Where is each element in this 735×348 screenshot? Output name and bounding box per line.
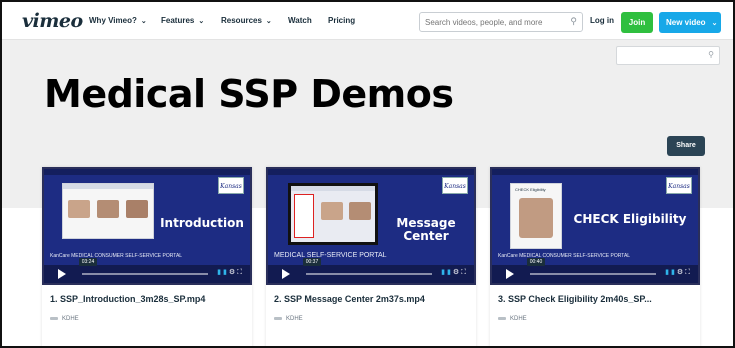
- new-video-label: New video: [666, 18, 706, 27]
- nav-item-label: Pricing: [328, 16, 356, 25]
- player-icons: ▮▮⚙⛶: [217, 268, 244, 277]
- video-title[interactable]: 3. SSP Check Eligibility 2m40s_SP...: [498, 294, 694, 304]
- thumbnail-portal-text: KanCare MEDICAL CONSUMER SELF-SERVICE PO…: [50, 253, 183, 259]
- photo-image: [349, 202, 371, 220]
- monitor-preview: [288, 183, 378, 245]
- timestamp-badge: 00:37: [303, 258, 321, 266]
- showcase-search-input[interactable]: ⚲: [616, 46, 720, 65]
- progress-track[interactable]: [530, 273, 656, 275]
- photo-image: [97, 200, 119, 218]
- slide-preview: [62, 183, 154, 239]
- volume-icon[interactable]: ▮▮: [217, 269, 229, 276]
- owner-name: KDHE: [62, 316, 79, 322]
- thumbnail-heading: Message Center: [396, 216, 456, 243]
- video-thumbnail[interactable]: Kansas CHECK Eligibility CHECK Eligibili…: [490, 167, 700, 285]
- gear-icon[interactable]: ⚙: [453, 269, 461, 276]
- play-icon[interactable]: [58, 269, 66, 279]
- gear-icon[interactable]: ⚙: [229, 269, 237, 276]
- thumbnail-heading: Introduction: [160, 216, 244, 230]
- owner-avatar: [50, 316, 58, 320]
- play-icon[interactable]: [282, 269, 290, 279]
- photo-image: [126, 200, 148, 218]
- nav-item-label: Resources: [221, 16, 262, 25]
- chevron-down-icon: ⌄: [198, 18, 205, 25]
- chevron-down-icon: ⌄: [265, 18, 272, 25]
- video-owner[interactable]: KDHE: [498, 316, 527, 322]
- fullscreen-icon[interactable]: ⛶: [237, 269, 244, 276]
- progress-track[interactable]: [306, 273, 432, 275]
- thumbnail-heading: CHECK Eligibility: [573, 212, 687, 226]
- owner-avatar: [274, 316, 282, 320]
- owner-name: KDHE: [286, 316, 303, 322]
- nav-item-label: Features: [161, 16, 195, 25]
- video-thumbnail[interactable]: Kansas Message Center MEDICAL SELF-SERVI…: [266, 167, 476, 285]
- timestamp-badge: 00:40: [527, 258, 545, 266]
- fullscreen-icon[interactable]: ⛶: [685, 269, 692, 276]
- video-title[interactable]: 2. SSP Message Center 2m37s.mp4: [274, 294, 470, 304]
- fullscreen-icon[interactable]: ⛶: [461, 269, 468, 276]
- page-title: Medical SSP Demos: [44, 72, 454, 116]
- chevron-down-icon: ⌄: [140, 18, 147, 25]
- video-thumbnail[interactable]: Kansas Introduction KanCare MEDICAL CONS…: [42, 167, 252, 285]
- slide-header-bar: [63, 184, 153, 189]
- share-button[interactable]: Share: [667, 136, 705, 156]
- chevron-down-icon: ⌄: [711, 20, 718, 27]
- search-box[interactable]: ⚲: [419, 12, 583, 32]
- video-card[interactable]: Kansas CHECK Eligibility CHECK Eligibili…: [490, 167, 700, 346]
- thumbnail-portal-text: KanCare MEDICAL CONSUMER SELF-SERVICE PO…: [498, 253, 631, 259]
- nav-resources[interactable]: Resources ⌄: [221, 16, 272, 25]
- player-icons: ▮▮⚙⛶: [665, 268, 692, 277]
- kansas-logo: Kansas: [666, 177, 692, 194]
- join-button[interactable]: Join: [621, 12, 653, 33]
- slide-preview: CHECK Eligibility: [510, 183, 562, 249]
- photo-image: [519, 198, 553, 238]
- top-navigation: vimeo Why Vimeo? ⌄ Features ⌄ Resources ⌄ W…: [2, 2, 733, 40]
- vimeo-logo[interactable]: vimeo: [22, 10, 83, 32]
- volume-icon[interactable]: ▮▮: [441, 269, 453, 276]
- photo-image: [321, 202, 343, 220]
- nav-watch[interactable]: Watch: [288, 16, 312, 25]
- search-icon[interactable]: ⚲: [570, 16, 577, 27]
- timestamp-badge: 03:24: [79, 258, 97, 266]
- search-input[interactable]: [425, 16, 565, 29]
- player-icons: ▮▮⚙⛶: [441, 268, 468, 277]
- nav-item-label: Why Vimeo?: [89, 16, 137, 25]
- search-icon[interactable]: ⚲: [708, 50, 714, 59]
- new-video-button[interactable]: New video ⌄: [659, 12, 721, 33]
- owner-avatar: [498, 316, 506, 320]
- gear-icon[interactable]: ⚙: [677, 269, 685, 276]
- progress-track[interactable]: [82, 273, 208, 275]
- video-card[interactable]: Kansas Message Center MEDICAL SELF-SERVI…: [266, 167, 476, 346]
- nav-why-vimeo[interactable]: Why Vimeo? ⌄: [89, 16, 147, 25]
- thumbnail-header-bar: [492, 169, 698, 175]
- play-icon[interactable]: [506, 269, 514, 279]
- nav-item-label: Watch: [288, 16, 312, 25]
- thumbnail-portal-text: MEDICAL SELF-SERVICE PORTAL: [274, 252, 387, 259]
- video-card[interactable]: Kansas Introduction KanCare MEDICAL CONS…: [42, 167, 252, 346]
- thumbnail-header-bar: [268, 169, 474, 175]
- player-controls: 03:24 ▮▮⚙⛶: [44, 258, 250, 283]
- browser-frame: vimeo Why Vimeo? ⌄ Features ⌄ Resources ⌄ W…: [0, 0, 735, 348]
- login-link[interactable]: Log in: [590, 16, 614, 25]
- kansas-logo: Kansas: [218, 177, 244, 194]
- owner-name: KDHE: [510, 316, 527, 322]
- slide-heading: CHECK Eligibility: [515, 187, 546, 192]
- thumbnail-header-bar: [44, 169, 250, 175]
- nav-pricing[interactable]: Pricing: [328, 16, 355, 25]
- video-owner[interactable]: KDHE: [274, 316, 303, 322]
- volume-icon[interactable]: ▮▮: [665, 269, 677, 276]
- sidebar-preview: [294, 194, 314, 238]
- video-owner[interactable]: KDHE: [50, 316, 79, 322]
- video-title[interactable]: 1. SSP_Introduction_3m28s_SP.mp4: [50, 294, 246, 304]
- photo-image: [68, 200, 90, 218]
- player-controls: 00:37 ▮▮⚙⛶: [268, 258, 474, 283]
- player-controls: 00:40 ▮▮⚙⛶: [492, 258, 698, 283]
- slide-header-bar: [291, 186, 375, 191]
- kansas-logo: Kansas: [442, 177, 468, 194]
- nav-features[interactable]: Features ⌄: [161, 16, 204, 25]
